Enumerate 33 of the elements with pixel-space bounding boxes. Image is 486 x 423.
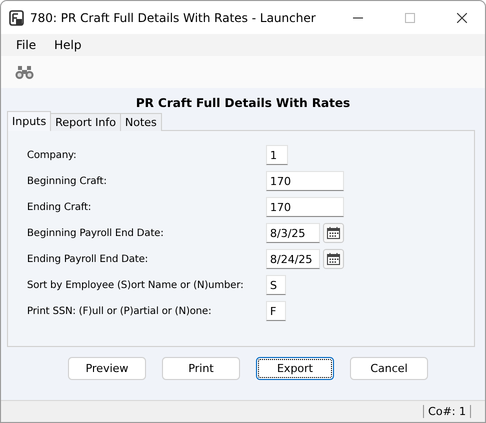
calendar-button[interactable] [323, 223, 344, 243]
calendar-icon [327, 227, 340, 239]
binoculars-icon[interactable] [15, 66, 34, 78]
close-icon[interactable] [457, 12, 467, 22]
menu-item[interactable]: File [7, 38, 46, 52]
menu-item[interactable]: Help [45, 38, 90, 52]
calendar-icon [327, 253, 340, 265]
dialog-button[interactable]: Print [162, 357, 240, 380]
field-label: Beginning Payroll End Date: [27, 228, 165, 238]
input-field[interactable]: F [266, 301, 286, 321]
field-label: Beginning Craft: [27, 176, 108, 186]
input-field[interactable]: 8/24/25 [266, 249, 320, 269]
calendar-button[interactable] [323, 249, 344, 269]
field-label: Ending Payroll End Date: [27, 254, 150, 264]
field-label: Sort by Employee (S)ort Name or (N)umber: [27, 280, 244, 290]
dialog-button[interactable]: Cancel [350, 357, 428, 380]
tab[interactable]: Notes [120, 113, 162, 131]
input-field[interactable]: 170 [266, 171, 344, 191]
input-field[interactable]: 1 [266, 145, 288, 165]
field-label: Print SSN: (F)ull or (P)artial or (N)one: [27, 306, 212, 316]
dialog-button[interactable]: Export [256, 357, 334, 380]
company-number: Co#: 1 [423, 405, 471, 418]
field-label: Company: [27, 150, 78, 160]
report-heading: PR Craft Full Details With Rates [134, 96, 352, 112]
field-label: Ending Craft: [27, 202, 92, 212]
app-icon [9, 10, 24, 26]
window-title: 780: PR Craft Full Details With Rates - Launcher [30, 10, 317, 24]
input-field[interactable]: 170 [266, 197, 344, 217]
dialog-button[interactable]: Preview [68, 357, 146, 380]
tab[interactable]: Inputs [7, 111, 52, 131]
tab[interactable]: Report Info [50, 113, 121, 131]
input-field[interactable]: 8/3/25 [266, 223, 320, 243]
input-field[interactable]: S [266, 275, 286, 295]
